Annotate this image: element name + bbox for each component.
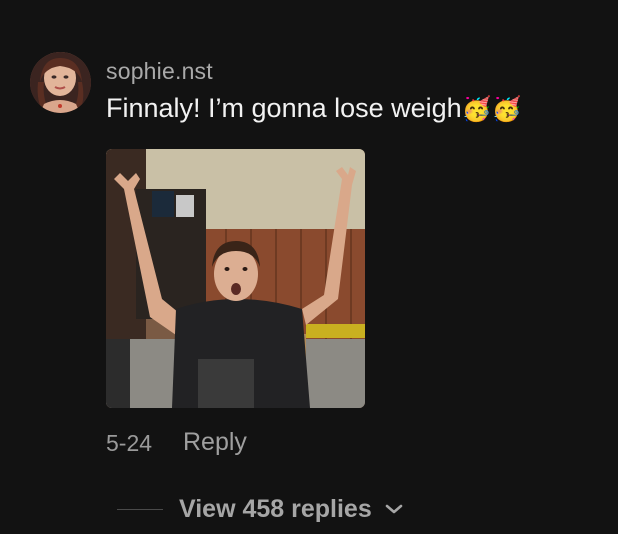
view-replies-label: View 458 replies (179, 494, 372, 523)
divider-line (117, 508, 163, 510)
party-face-emoji-icon: 🥳🥳 (461, 95, 522, 123)
avatar[interactable] (30, 52, 91, 113)
comment-text: Finnaly! I’m gonna lose weigh🥳🥳 (106, 93, 521, 124)
comment-image[interactable] (106, 149, 365, 408)
reply-button[interactable]: Reply (183, 428, 247, 457)
chevron-down-icon (385, 504, 403, 514)
comment-thread: sophie.nst Finnaly! I’m gonna lose weigh… (0, 0, 618, 534)
username[interactable]: sophie.nst (106, 58, 213, 85)
avatar-portrait (30, 52, 91, 113)
comment-body: Finnaly! I’m gonna lose weigh (106, 93, 462, 123)
comment-date: 5-24 (106, 430, 153, 456)
view-replies-button[interactable]: View 458 replies (117, 492, 404, 526)
comment-image-illustration (106, 149, 365, 408)
